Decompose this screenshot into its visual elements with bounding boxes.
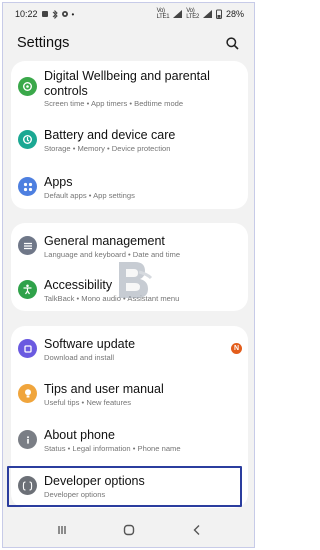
apps-icon <box>18 177 37 196</box>
settings-header: Settings <box>3 25 254 61</box>
settings-item-subtitle: Status • Legal information • Phone name <box>44 444 181 453</box>
settings-item-software-update[interactable]: Software update Download and install N <box>11 326 248 370</box>
battery-icon <box>215 9 222 19</box>
watermark-logo <box>119 262 153 298</box>
recent-apps-button[interactable] <box>50 520 74 540</box>
back-button[interactable] <box>185 520 209 540</box>
accessibility-icon <box>18 280 37 299</box>
settings-item-subtitle: Useful tips • New features <box>44 398 132 407</box>
settings-item-about-phone[interactable]: About phone Status • Legal information •… <box>11 417 248 461</box>
settings-item-subtitle: TalkBack • Mono audio • Assistant menu <box>44 294 180 303</box>
home-button[interactable] <box>117 520 141 540</box>
about-phone-icon <box>18 430 37 449</box>
search-icon <box>225 36 239 50</box>
status-time: 10:22 <box>15 9 38 19</box>
back-icon <box>193 525 200 535</box>
update-badge: N <box>231 343 242 354</box>
digital-wellbeing-icon <box>18 77 37 96</box>
settings-item-title: Tips and user manual <box>44 382 164 396</box>
settings-item-battery[interactable]: Battery and device care Storage • Memory… <box>11 117 248 161</box>
settings-item-title: About phone <box>44 428 115 442</box>
bluetooth-icon <box>52 9 58 19</box>
settings-item-subtitle: Screen time • App timers • Bedtime mode <box>44 99 184 108</box>
device-care-icon <box>18 130 37 149</box>
settings-item-digital-wellbeing[interactable]: Digital Wellbeing and parental controls … <box>11 61 248 113</box>
phone-screen: 10:22 • Vo) LTE1 Vo) LTE2 28% Settings Dig… <box>2 2 255 548</box>
settings-item-title: Apps <box>44 175 73 189</box>
status-bar: 10:22 • Vo) LTE1 Vo) LTE2 28% <box>3 3 254 25</box>
settings-item-subtitle: Download and install <box>44 353 115 362</box>
settings-item-subtitle: Default apps • App settings <box>44 191 135 200</box>
software-update-icon <box>18 339 37 358</box>
settings-item-title: Software update <box>44 337 136 351</box>
battery-percent: 28% <box>225 9 244 19</box>
status-more-dot: • <box>71 9 75 19</box>
tips-icon <box>18 384 37 403</box>
network-indicator-icon: Vo) LTE1 <box>156 8 170 20</box>
settings-item-subtitle: Storage • Memory • Device protection <box>44 144 171 153</box>
signal-2-icon <box>202 10 212 18</box>
settings-item-title: General management <box>44 234 165 248</box>
settings-item-tips[interactable]: Tips and user manual Useful tips • New f… <box>11 371 248 415</box>
recent-apps-icon <box>58 526 66 534</box>
notification-icon <box>41 11 48 17</box>
settings-item-apps[interactable]: Apps Default apps • App settings <box>11 163 248 207</box>
home-icon <box>124 524 135 536</box>
navigation-bar <box>3 513 254 547</box>
search-button[interactable] <box>222 33 242 53</box>
settings-group-1: Digital Wellbeing and parental controls … <box>11 61 248 209</box>
settings-item-title: Digital Wellbeing and parental controls <box>44 69 210 98</box>
developer-options-highlight <box>7 466 242 507</box>
signal-icon <box>173 10 183 18</box>
general-management-icon <box>18 236 37 255</box>
settings-item-title: Battery and device care <box>44 128 176 142</box>
gear-icon <box>61 11 68 17</box>
page-title: Settings <box>17 35 70 51</box>
network-indicator-2-icon: Vo) LTE2 <box>186 8 199 20</box>
